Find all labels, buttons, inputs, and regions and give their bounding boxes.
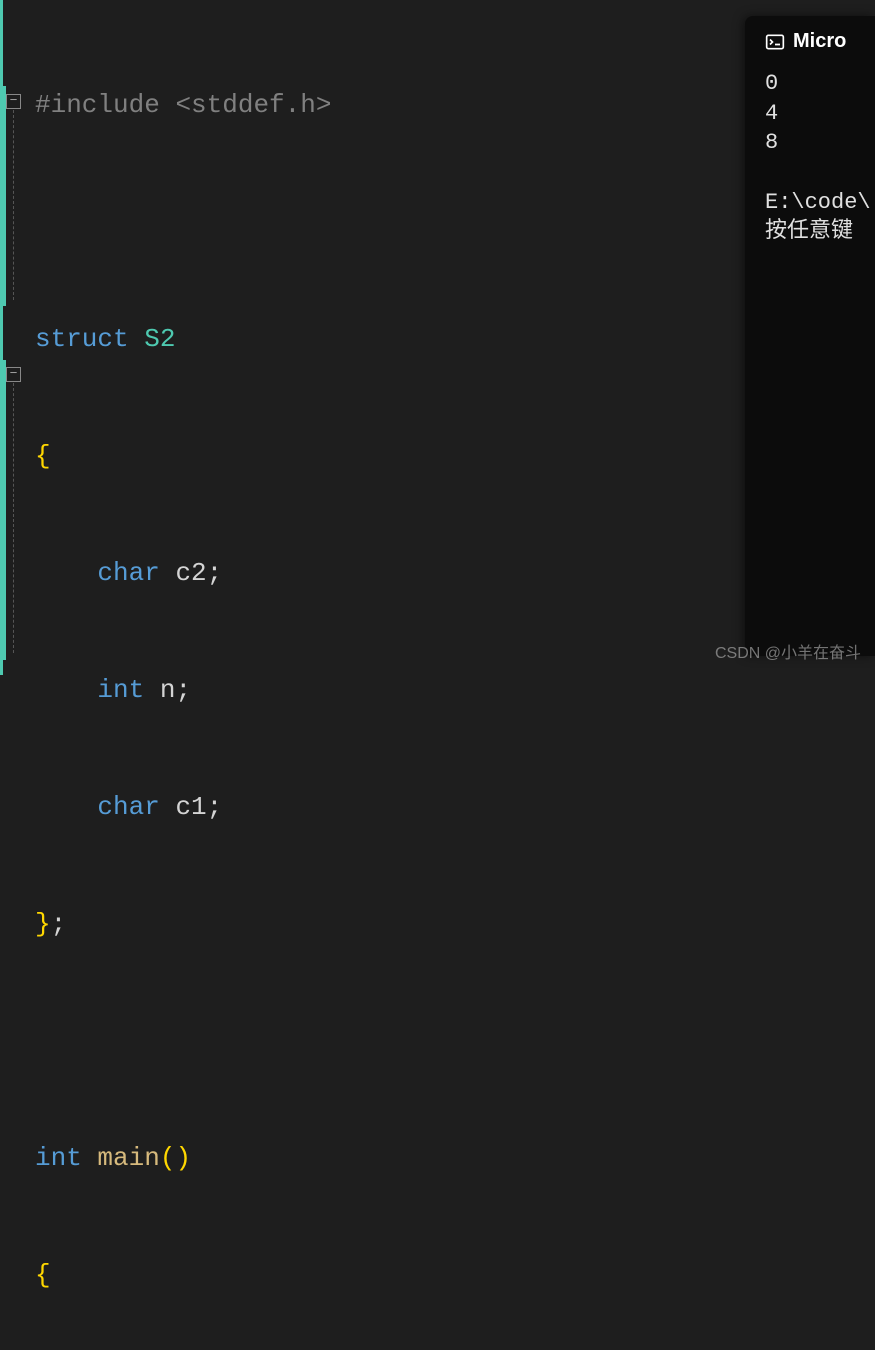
code-line: char c2;: [3, 554, 720, 593]
code-line: char c1;: [3, 788, 720, 827]
fn-main: main: [97, 1143, 159, 1173]
fold-toggle-icon[interactable]: −: [6, 94, 21, 109]
kw-char: char: [97, 558, 159, 588]
code-line-blank: [3, 203, 720, 242]
include-keyword: #include: [35, 90, 160, 120]
include-header: <stddef.h>: [175, 90, 331, 120]
code-line: #include <stddef.h>: [3, 86, 720, 125]
change-marker: [3, 86, 6, 306]
output-prompt: 按任意键: [765, 219, 853, 244]
code-area[interactable]: #include <stddef.h> struct S2 { char c2;…: [3, 0, 720, 1350]
code-editor[interactable]: #include <stddef.h> struct S2 { char c2;…: [0, 0, 720, 675]
output-line: 8: [765, 130, 778, 155]
code-line: int n;: [3, 671, 720, 710]
fold-guide: [13, 110, 14, 300]
output-path: E:\code\: [765, 190, 871, 215]
fold-toggle-icon[interactable]: −: [6, 367, 21, 382]
code-line: };: [3, 905, 720, 944]
watermark: CSDN @小羊在奋斗: [715, 639, 861, 663]
terminal-output[interactable]: 0 4 8 E:\code\ 按任意键: [745, 63, 875, 247]
kw-struct: struct: [35, 324, 129, 354]
output-line: 4: [765, 101, 778, 126]
terminal-titlebar[interactable]: Micro: [745, 16, 875, 63]
output-line: 0: [765, 71, 778, 96]
code-line: {: [3, 1256, 720, 1295]
terminal-title: Micro: [793, 30, 846, 53]
kw-char: char: [97, 792, 159, 822]
brace-open: {: [35, 1260, 51, 1290]
brace-open: {: [35, 441, 51, 471]
code-line-blank: [3, 1022, 720, 1061]
type-name: S2: [144, 324, 175, 354]
field: c1: [175, 792, 206, 822]
brace-close: }: [35, 909, 51, 939]
code-line: int main(): [3, 1139, 720, 1178]
kw-int: int: [35, 1143, 82, 1173]
code-line: struct S2: [3, 320, 720, 359]
terminal-icon: [765, 32, 785, 52]
terminal-window[interactable]: Micro 0 4 8 E:\code\ 按任意键: [745, 16, 875, 656]
fold-guide: [13, 383, 14, 653]
change-marker: [3, 360, 6, 660]
field: n: [160, 675, 176, 705]
field: c2: [175, 558, 206, 588]
fold-gutter: − −: [6, 0, 30, 675]
code-line: {: [3, 437, 720, 476]
kw-int: int: [97, 675, 144, 705]
